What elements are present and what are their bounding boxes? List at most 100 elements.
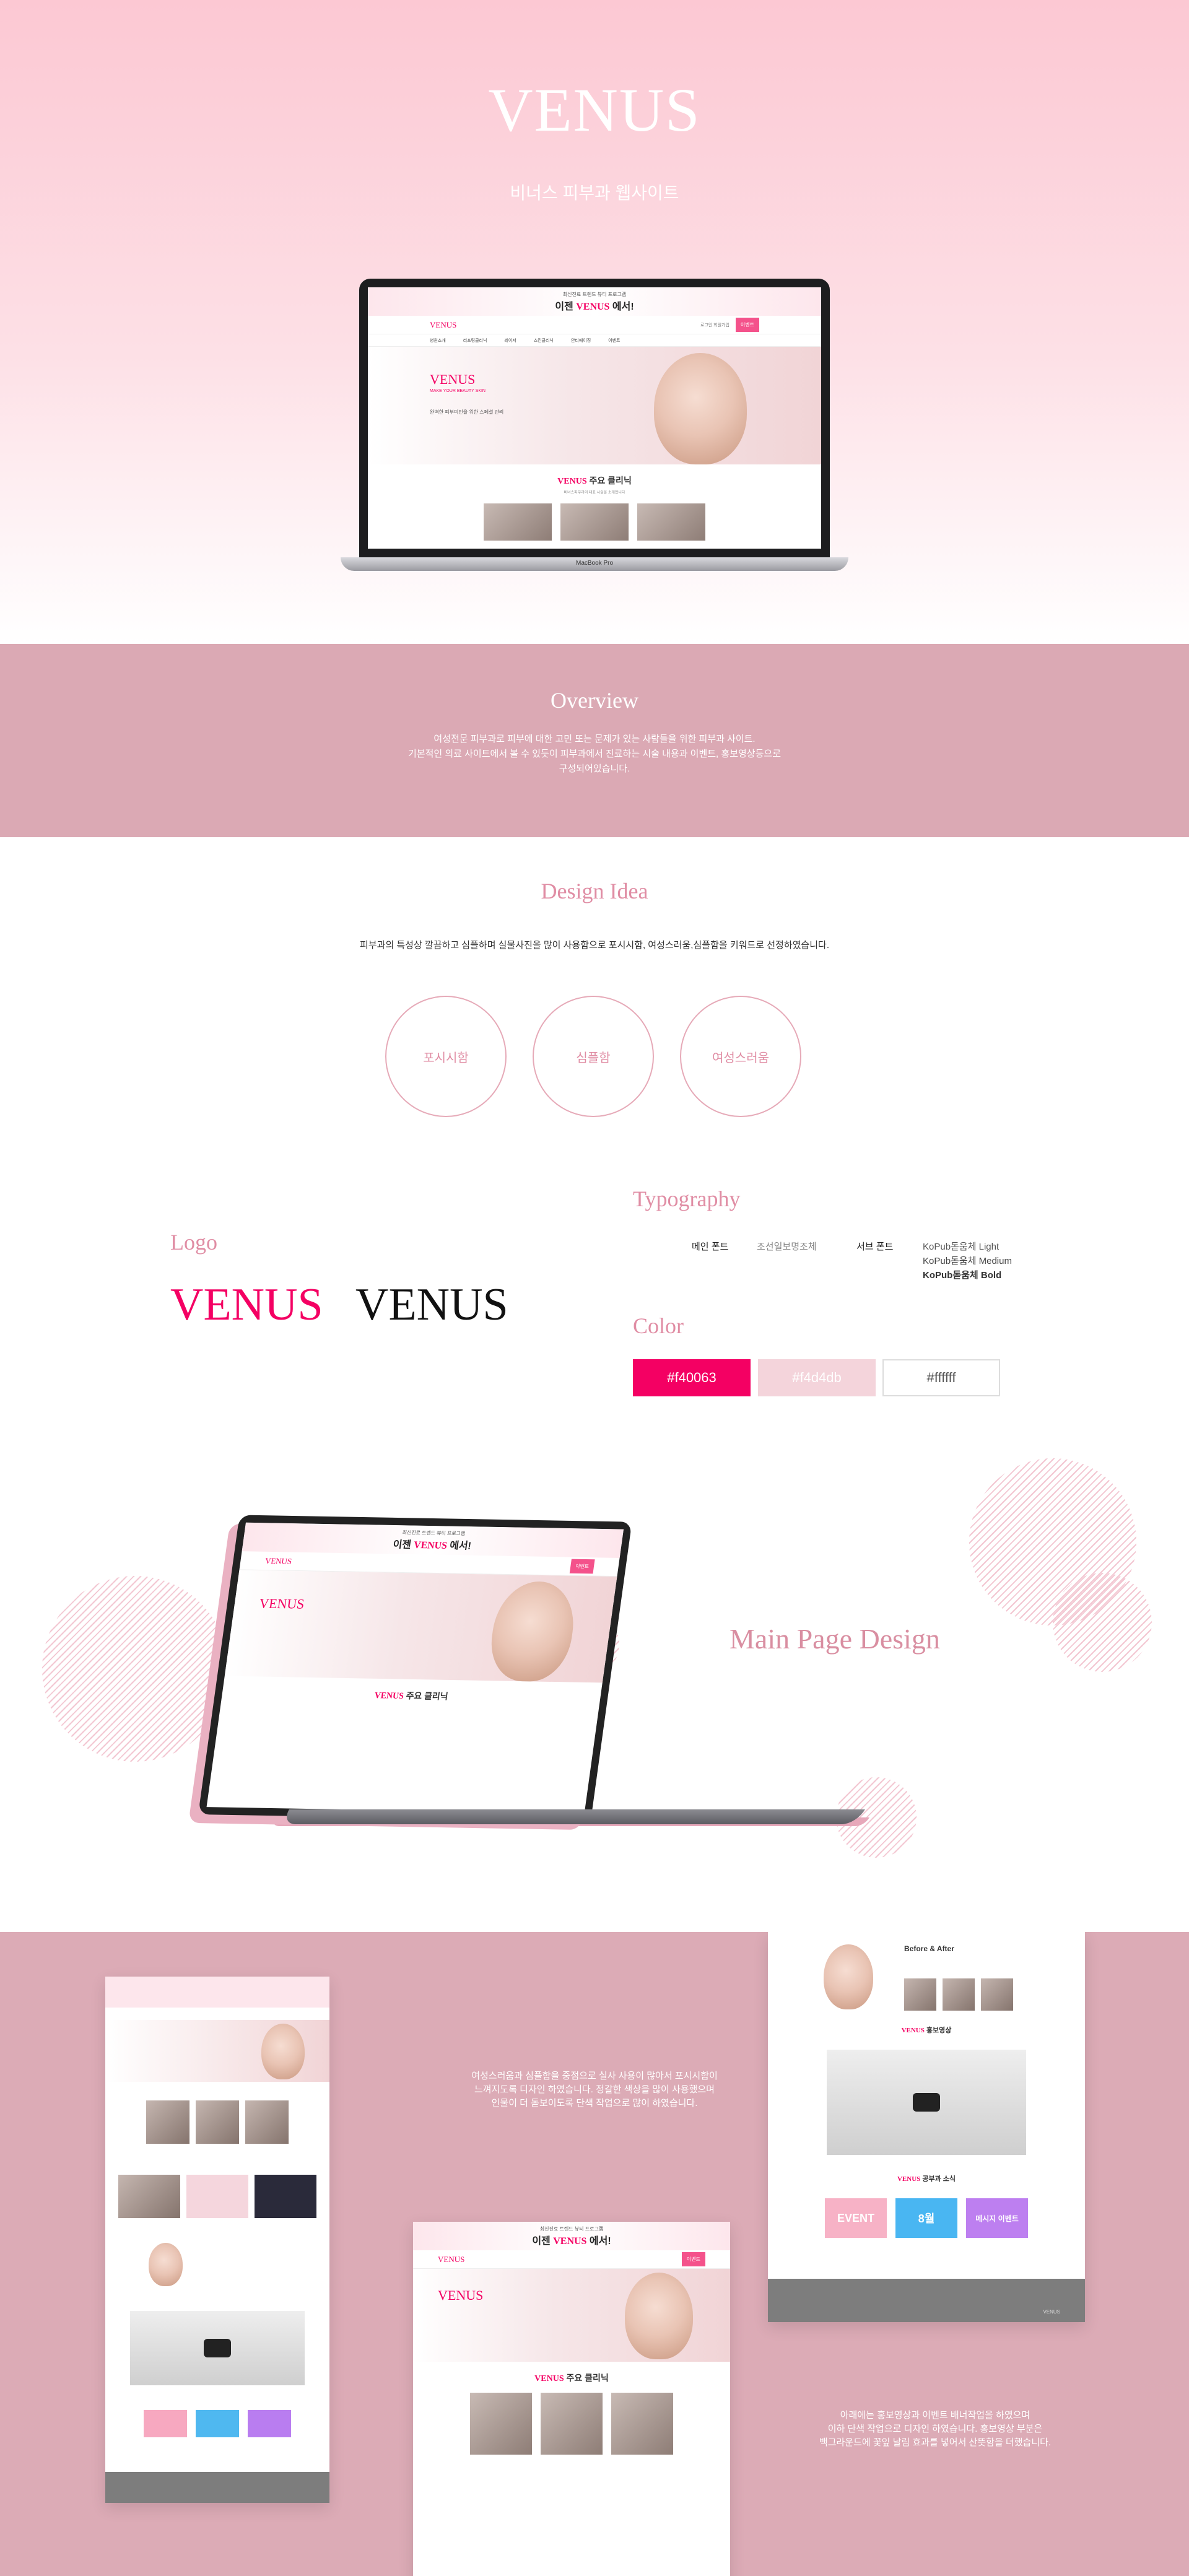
before-after-images	[904, 1978, 1013, 2011]
event-box[interactable]	[248, 2410, 291, 2437]
promo-video[interactable]	[827, 2050, 1026, 2155]
event-box[interactable]: 8월	[895, 2198, 957, 2238]
promo-video-title: VENUS 홍보영상	[768, 2025, 1085, 2035]
showcase-line: 느껴지도록 디자인 하였습니다. 정갈한 색상을 많이 사용했으며	[474, 2084, 715, 2095]
mini-procedure-row	[105, 2175, 329, 2218]
site-event-button[interactable]: 이벤트	[569, 1559, 595, 1574]
clinic-thumb-image[interactable]	[484, 503, 552, 541]
site-top-brand: VENUS	[553, 2236, 587, 2247]
site-nav-item[interactable]: 스킨클리닉	[534, 337, 554, 344]
event-title-text: 공부과 소식	[920, 2175, 956, 2183]
model-face-image	[654, 353, 747, 464]
clinic-thumb-image[interactable]	[146, 2100, 189, 2144]
mini-top-banner	[105, 1977, 329, 2008]
mini-before-after	[105, 2237, 329, 2292]
site-nav-item[interactable]: 안티에이징	[571, 337, 591, 344]
laptop-label: MacBook Pro	[575, 560, 614, 567]
clinic-thumb-image[interactable]	[560, 503, 629, 541]
hero-laptop-mockup: 최신진료 트렌드 뷰티 프로그램 이젠 VENUS 에서! VENUS 로그인 …	[341, 279, 848, 571]
clinic-thumb-image[interactable]	[245, 2100, 289, 2144]
clinic-section-title: VENUS 주요 클리닉	[368, 474, 821, 487]
site-logo[interactable]: VENUS	[430, 320, 456, 330]
event-box[interactable]	[144, 2410, 187, 2437]
design-idea-desc: 피부과의 특성상 깔끔하고 심플하며 실물사진을 많이 사용함으로 포시시함, …	[360, 940, 829, 951]
clinic-thumb-image[interactable]	[541, 2393, 603, 2455]
site-top-big: 이젠 VENUS 에서!	[413, 2232, 730, 2247]
logo-black: VENUS	[355, 1279, 508, 1330]
page-mockup-top-part: 최신진료 트렌드 뷰티 프로그램 이젠 VENUS 에서! VENUS 이벤트 …	[413, 2222, 730, 2576]
site-logo[interactable]: VENUS	[438, 2255, 464, 2265]
banner-text: 완벽한 피부미인을 위한 스페셜 관리	[430, 409, 504, 415]
decorative-circle	[42, 1576, 228, 1762]
site-logo[interactable]: VENUS	[264, 1556, 292, 1566]
site-event-button[interactable]: 이벤트	[735, 318, 759, 332]
site-nav-item[interactable]: 리프팅클리닉	[463, 337, 487, 344]
site-top-banner: 최신진료 트렌드 뷰티 프로그램 이젠 VENUS 에서!	[413, 2222, 730, 2250]
clinic-thumb-image[interactable]	[470, 2393, 532, 2455]
site-top-suffix: 에서!	[609, 302, 634, 312]
clinic-thumb-image[interactable]	[611, 2393, 673, 2455]
overview-line: 여성전문 피부과로 피부에 대한 고민 또는 문제가 있는 사람들을 위한 피부…	[433, 734, 756, 744]
clinic-thumb-image[interactable]	[196, 2100, 239, 2144]
model-face-image	[625, 2273, 693, 2359]
event-box[interactable]: 메시지 이벤트	[966, 2198, 1028, 2238]
site-nav-item[interactable]: 이벤트	[608, 337, 620, 344]
design-idea-title: Design Idea	[541, 879, 648, 903]
clinic-brand: VENUS	[534, 2374, 564, 2383]
showcase-line: 여성스러움과 심플함을 중점으로 실사 사용이 많아서 포시시함이	[471, 2071, 718, 2081]
tilted-laptop-base	[281, 1809, 865, 1824]
promo-brand: VENUS	[901, 2027, 925, 2034]
overview-title: Overview	[551, 688, 638, 713]
before-after-section: Before & After	[768, 1938, 1085, 2012]
website-preview-tilted: 최신진료 트렌드 뷰티 프로그램 이젠 VENUS 에서! VENUS 이벤트 …	[206, 1522, 624, 1814]
site-top-small: 최신진료 트렌드 뷰티 프로그램	[539, 2226, 604, 2232]
site-top-small: 최신진료 트렌드 뷰티 프로그램	[562, 292, 627, 297]
before-after-image[interactable]	[943, 1978, 975, 2011]
color-swatch-white: #ffffff	[882, 1359, 1000, 1396]
site-nav-item[interactable]: 병원소개	[430, 337, 446, 344]
before-after-image[interactable]	[981, 1978, 1013, 2011]
banner-title: VENUS	[438, 2287, 484, 2303]
clinic-thumb-image[interactable]	[637, 503, 705, 541]
procedure-image[interactable]	[186, 2175, 248, 2218]
site-top-big: 이젠 VENUS 에서!	[368, 298, 821, 313]
logo-pink: VENUS	[170, 1279, 323, 1330]
mini-clinic-row	[105, 2100, 329, 2144]
banner-title: VENUS	[430, 372, 476, 387]
laptop-screen: 최신진료 트렌드 뷰티 프로그램 이젠 VENUS 에서! VENUS 로그인 …	[359, 279, 830, 557]
promo-title-text: 홍보영상	[924, 2027, 952, 2034]
mini-main-banner	[105, 2020, 329, 2082]
before-after-image[interactable]	[904, 1978, 936, 2011]
typo-main-font: 조선일보명조체	[757, 1242, 817, 1252]
site-header-links[interactable]: 로그인 회원가입	[700, 322, 730, 328]
typo-sub-label: 서브 폰트	[856, 1242, 894, 1252]
procedure-image[interactable]	[118, 2175, 180, 2218]
overview-text: 여성전문 피부과로 피부에 대한 고민 또는 문제가 있는 사람들을 위한 피부…	[0, 732, 1189, 777]
main-page-design-title: Main Page Design	[730, 1623, 940, 1655]
clinic-section-title: VENUS 주요 클리닉	[222, 1686, 601, 1705]
footer-logo: VENUS	[1043, 2309, 1060, 2315]
mini-promo-video[interactable]	[130, 2311, 305, 2385]
event-brand: VENUS	[897, 2175, 921, 2183]
clinic-thumbnails	[368, 503, 821, 541]
hero-section: VENUS 비너스 피부과 웹사이트 최신진료 트렌드 뷰티 프로그램 이젠 V…	[0, 0, 1189, 644]
site-event-button[interactable]: 이벤트	[681, 2252, 705, 2266]
play-icon[interactable]	[913, 2093, 940, 2112]
play-icon[interactable]	[204, 2339, 231, 2357]
full-page-mockup-left	[105, 1977, 329, 2503]
showcase-description-1: 여성스러움과 심플함을 중점으로 실사 사용이 많아서 포시시함이 느껴지도록 …	[421, 2069, 768, 2110]
site-top-suffix: 에서!	[446, 1540, 472, 1552]
event-box[interactable]	[196, 2410, 239, 2437]
event-box[interactable]: EVENT	[825, 2198, 887, 2238]
model-face-image	[149, 2243, 183, 2286]
clinic-title-text: 주요 클리닉	[586, 476, 632, 485]
color-swatch-light-pink: #f4d4db	[758, 1359, 876, 1396]
site-nav-item[interactable]: 레이저	[504, 337, 516, 344]
site-clinic-section: VENUS 주요 클리닉	[413, 2362, 730, 2455]
showcase-line: 백그라운드에 꽃잎 날림 효과를 넣어서 산뜻함을 더했습니다.	[819, 2437, 1052, 2448]
clinic-brand: VENUS	[557, 477, 587, 486]
before-after-title: Before & After	[904, 1944, 954, 1953]
site-main-banner: VENUS MAKE YOUR BEAUTY SKIN 완벽한 피부미인을 위한…	[368, 347, 821, 464]
clinic-title-text: 주요 클리닉	[403, 1690, 449, 1702]
procedure-image[interactable]	[255, 2175, 316, 2218]
